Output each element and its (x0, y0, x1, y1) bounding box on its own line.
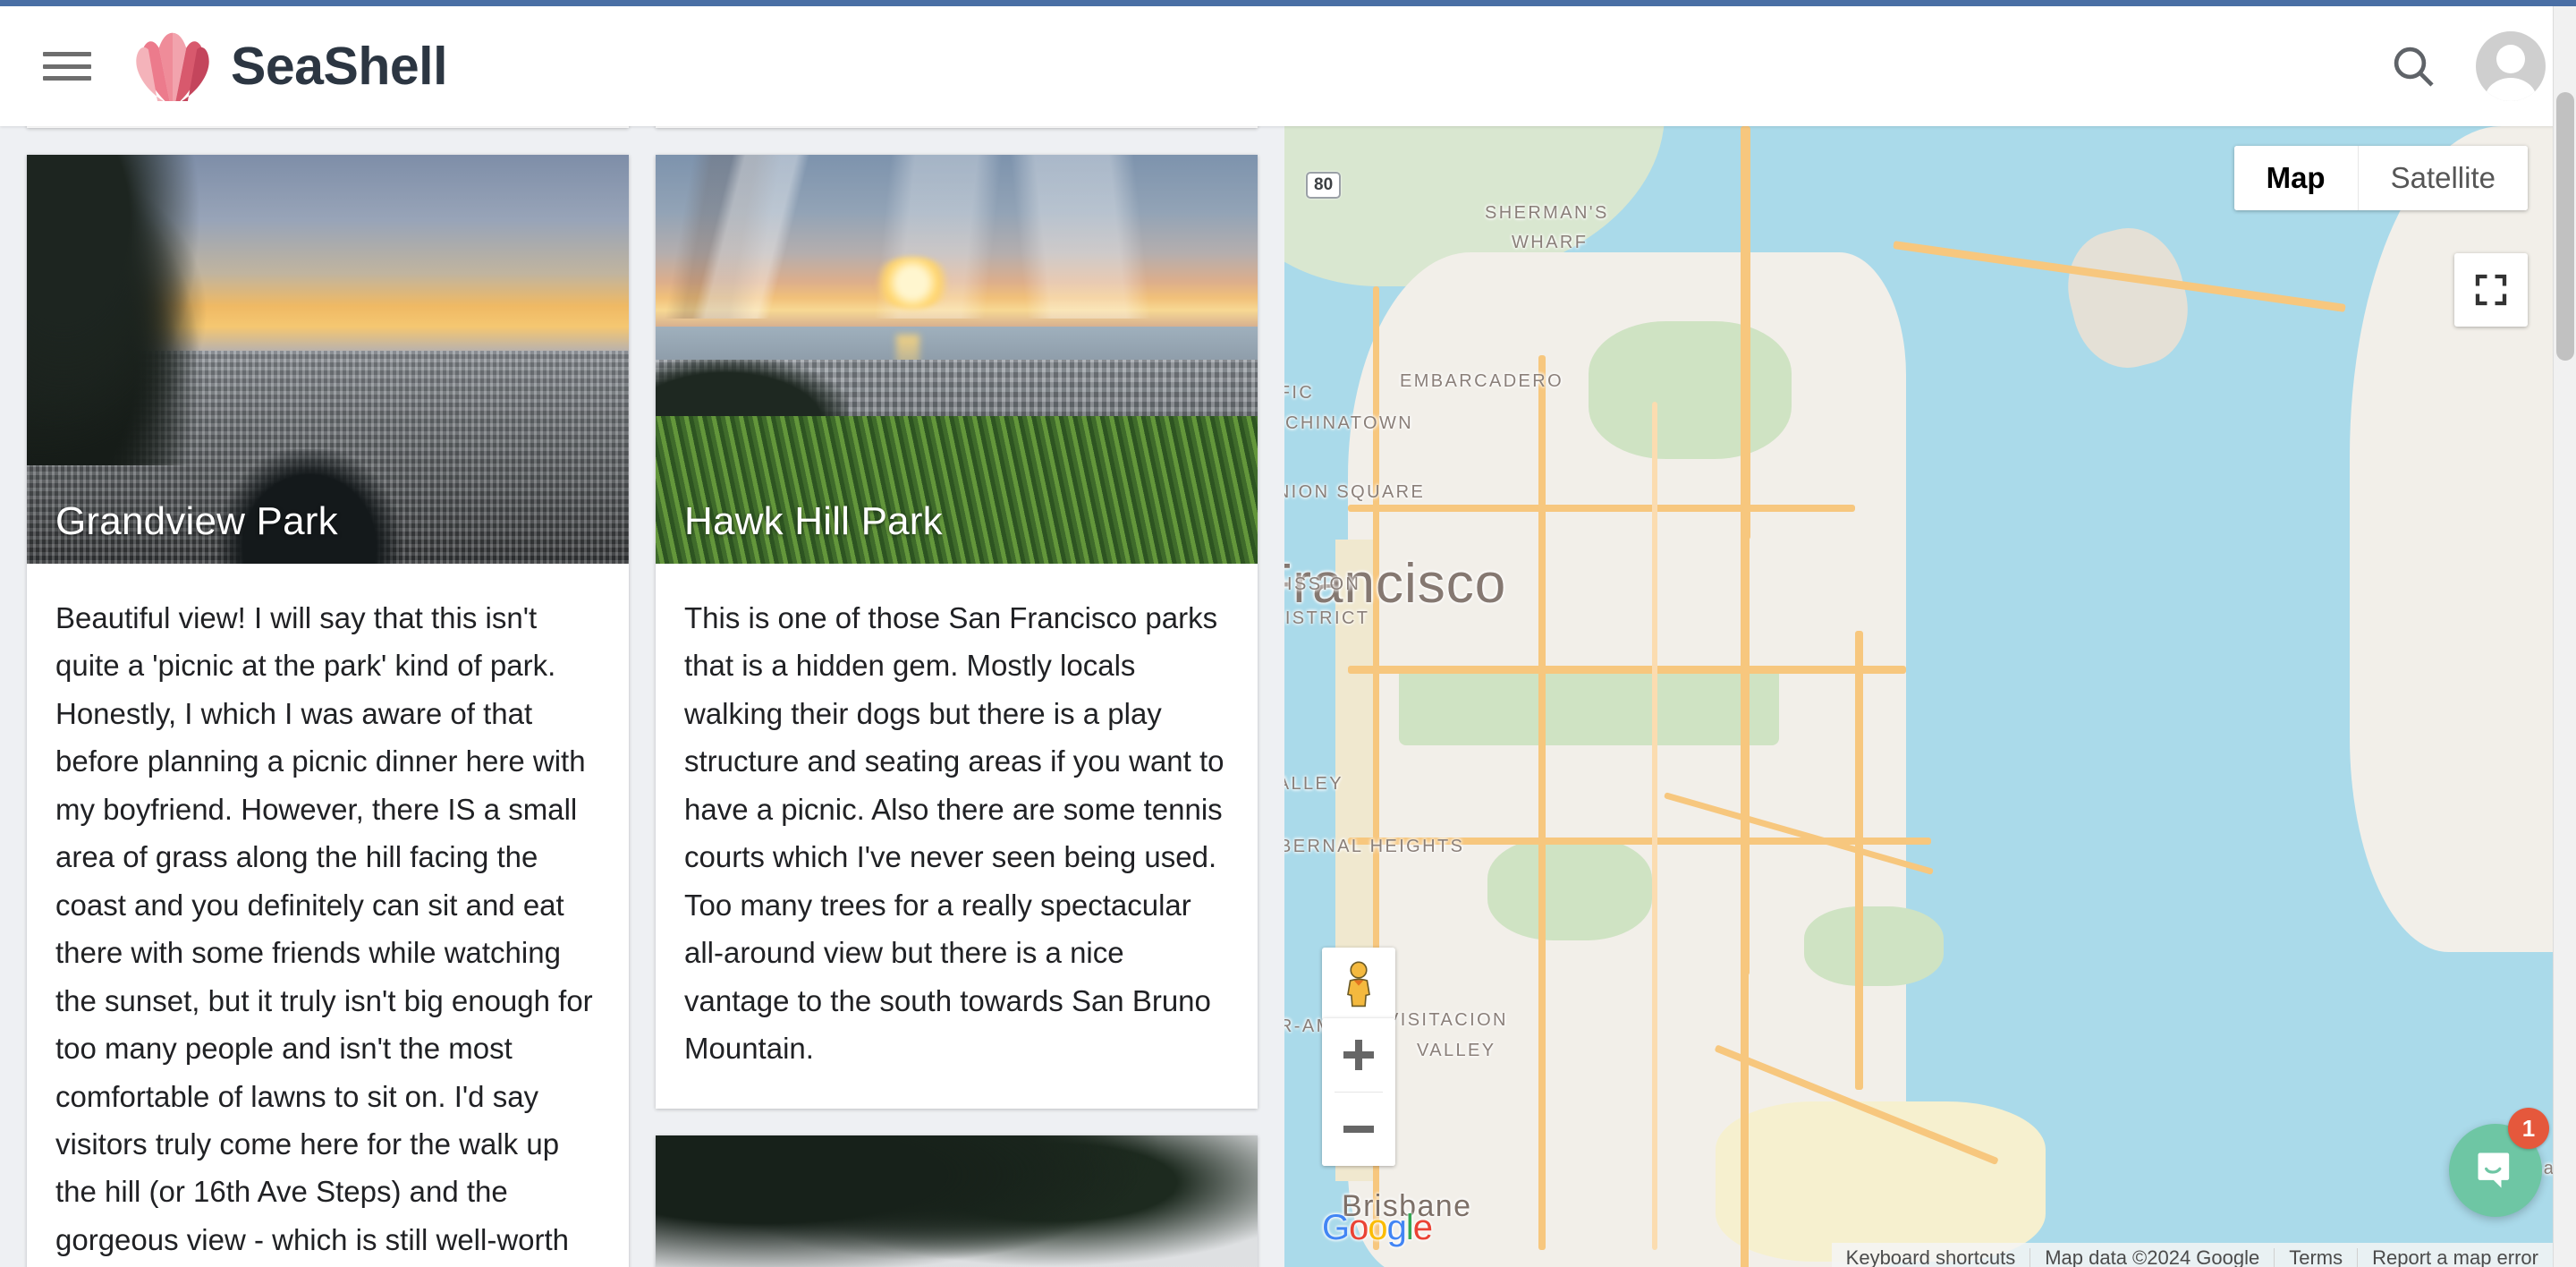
card-hero-image: Grandview Park (27, 155, 629, 564)
map-type-map-button[interactable]: Map (2233, 146, 2358, 210)
card-partial-body (656, 126, 1258, 128)
street-view-pegman-icon[interactable] (1322, 948, 1395, 1021)
feed-column-left: Grandview Park Beautiful view! I will sa… (27, 126, 629, 1267)
feed-columns: Grandview Park Beautiful view! I will sa… (0, 126, 1284, 1267)
card-partial-body (27, 126, 629, 128)
google-logo-letter: e (1412, 1208, 1433, 1247)
google-logo-letter: o (1368, 1208, 1387, 1247)
card-hero-image: Hawk Hill Park (656, 155, 1258, 564)
map-road-101-south (1855, 631, 1864, 1090)
card-hero-image (656, 1135, 1258, 1267)
avatar-body (2485, 78, 2537, 101)
map-road-east-west (1347, 665, 1906, 674)
google-logo-letter: l (1405, 1208, 1414, 1247)
google-logo-letter: G (1322, 1208, 1350, 1247)
page-scrollbar-thumb[interactable] (2556, 92, 2574, 361)
card-review-text: This is one of those San Francisco parks… (684, 601, 1224, 1066)
map-road-sunset-blvd (1652, 401, 1658, 1251)
brand-logo-link[interactable]: SeaShell (134, 31, 447, 101)
chat-unread-badge: 1 (2508, 1108, 2549, 1149)
map-park-golden-gate (1398, 665, 1779, 746)
map-park-presidio (1589, 320, 1792, 459)
hamburger-line (43, 52, 91, 56)
feed-column-right: Hawk Hill Park This is one of those San … (656, 126, 1258, 1267)
map-basemap (1284, 126, 2553, 1267)
map-park-south (1487, 837, 1653, 941)
hamburger-menu-icon[interactable] (41, 47, 93, 86)
map-type-satellite-button[interactable]: Satellite (2358, 146, 2528, 210)
map-zoom-controls[interactable] (1322, 1018, 1395, 1166)
review-card-grandview-park[interactable]: Grandview Park Beautiful view! I will sa… (27, 155, 629, 1267)
hamburger-line (43, 76, 91, 81)
app-viewport: SeaShell Grandview Park Beautiful view! … (0, 0, 2576, 1267)
brand-name: SeaShell (231, 37, 447, 96)
app-header: SeaShell (0, 6, 2576, 126)
zoom-out-button[interactable] (1322, 1093, 1395, 1166)
map-road-19th-ave (1538, 355, 1546, 1251)
search-icon[interactable] (2381, 34, 2445, 98)
terms-link[interactable]: Terms (2275, 1243, 2357, 1267)
fullscreen-icon[interactable] (2454, 253, 2528, 327)
map-park-mclaren (1804, 906, 1945, 987)
report-map-error-link[interactable]: Report a map error (2358, 1243, 2553, 1267)
page-scrollbar[interactable] (2553, 6, 2576, 1267)
card-partial-top[interactable] (656, 126, 1258, 128)
seashell-logo-icon (136, 32, 209, 101)
card-partial-top[interactable] (27, 126, 629, 128)
avatar-head (2496, 45, 2525, 73)
map-attribution-bar: Keyboard shortcuts Map data ©2024 Google… (1831, 1243, 2553, 1267)
zoom-in-button[interactable] (1322, 1018, 1395, 1092)
card-title: Hawk Hill Park (684, 499, 943, 543)
card-review-text: Beautiful view! I will say that this isn… (55, 601, 593, 1256)
reviews-feed[interactable]: Grandview Park Beautiful view! I will sa… (0, 126, 1284, 1267)
map-data-attribution: Map data ©2024 Google (2045, 1246, 2260, 1267)
google-logo-letter: g (1386, 1208, 1407, 1247)
map-road-east-west-3 (1347, 505, 1856, 513)
map-park-san-bruno (1716, 1101, 2046, 1263)
card-title: Grandview Park (55, 499, 338, 543)
keyboard-shortcuts-link[interactable]: Keyboard shortcuts (1832, 1243, 2030, 1267)
map-road-280-south (1741, 952, 1750, 1267)
chat-bubble-icon (2478, 1152, 2510, 1188)
map-road-101-north (1741, 126, 1751, 540)
photo-playground (656, 1135, 1258, 1267)
map-highway-shield: 80 (1306, 172, 1342, 199)
hamburger-line (43, 64, 91, 69)
google-logo: Google (1322, 1208, 1433, 1248)
user-avatar[interactable] (2476, 31, 2546, 101)
google-map[interactable]: TREASURE ISLANDGolden GatePRESIDIO OFSAN… (1284, 126, 2553, 1267)
review-card-hawk-hill-park[interactable]: Hawk Hill Park This is one of those San … (656, 155, 1258, 1109)
map-road-central (1741, 493, 1750, 975)
google-logo-letter: o (1349, 1208, 1368, 1247)
map-type-toggle[interactable]: Map Satellite (2233, 146, 2528, 210)
review-card-next-right[interactable] (656, 1135, 1258, 1267)
